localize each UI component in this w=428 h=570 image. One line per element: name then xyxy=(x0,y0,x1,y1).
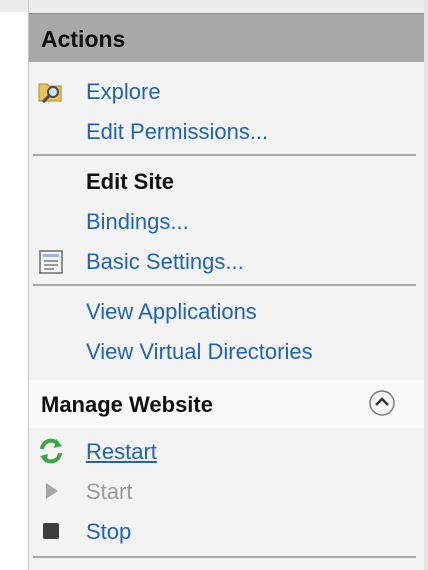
chevron-up-icon[interactable] xyxy=(367,388,397,418)
edit-permissions-link[interactable]: Edit Permissions... xyxy=(86,115,268,149)
separator xyxy=(33,556,416,558)
edit-site-heading: Edit Site xyxy=(86,169,175,194)
view-virtual-directories-link[interactable]: View Virtual Directories xyxy=(86,335,313,369)
left-pane-top xyxy=(0,0,28,12)
separator xyxy=(33,284,416,286)
panel-right-edge xyxy=(424,0,428,570)
view-applications-link[interactable]: View Applications xyxy=(86,295,257,329)
actions-panel: Actions Explore Edit Permissions... Edit… xyxy=(29,0,428,570)
refresh-icon[interactable] xyxy=(37,437,65,465)
folder-search-icon[interactable] xyxy=(37,77,65,105)
basic-settings-link[interactable]: Basic Settings... xyxy=(86,245,244,279)
explore-link[interactable]: Explore xyxy=(86,75,161,109)
left-pane-edge xyxy=(0,0,29,570)
bindings-link[interactable]: Bindings... xyxy=(86,205,189,239)
stop-link[interactable]: Stop xyxy=(86,515,131,549)
manage-website-header: Manage Website xyxy=(29,380,428,428)
panel-top-strip xyxy=(29,0,428,13)
stop-icon[interactable] xyxy=(37,517,65,545)
actions-header: Actions xyxy=(29,13,428,62)
separator xyxy=(33,154,416,156)
start-link: Start xyxy=(86,479,133,504)
settings-document-icon[interactable] xyxy=(37,248,65,276)
actions-title: Actions xyxy=(41,26,126,52)
play-icon xyxy=(37,477,65,505)
manage-website-title: Manage Website xyxy=(41,392,213,417)
restart-link[interactable]: Restart xyxy=(86,435,157,469)
